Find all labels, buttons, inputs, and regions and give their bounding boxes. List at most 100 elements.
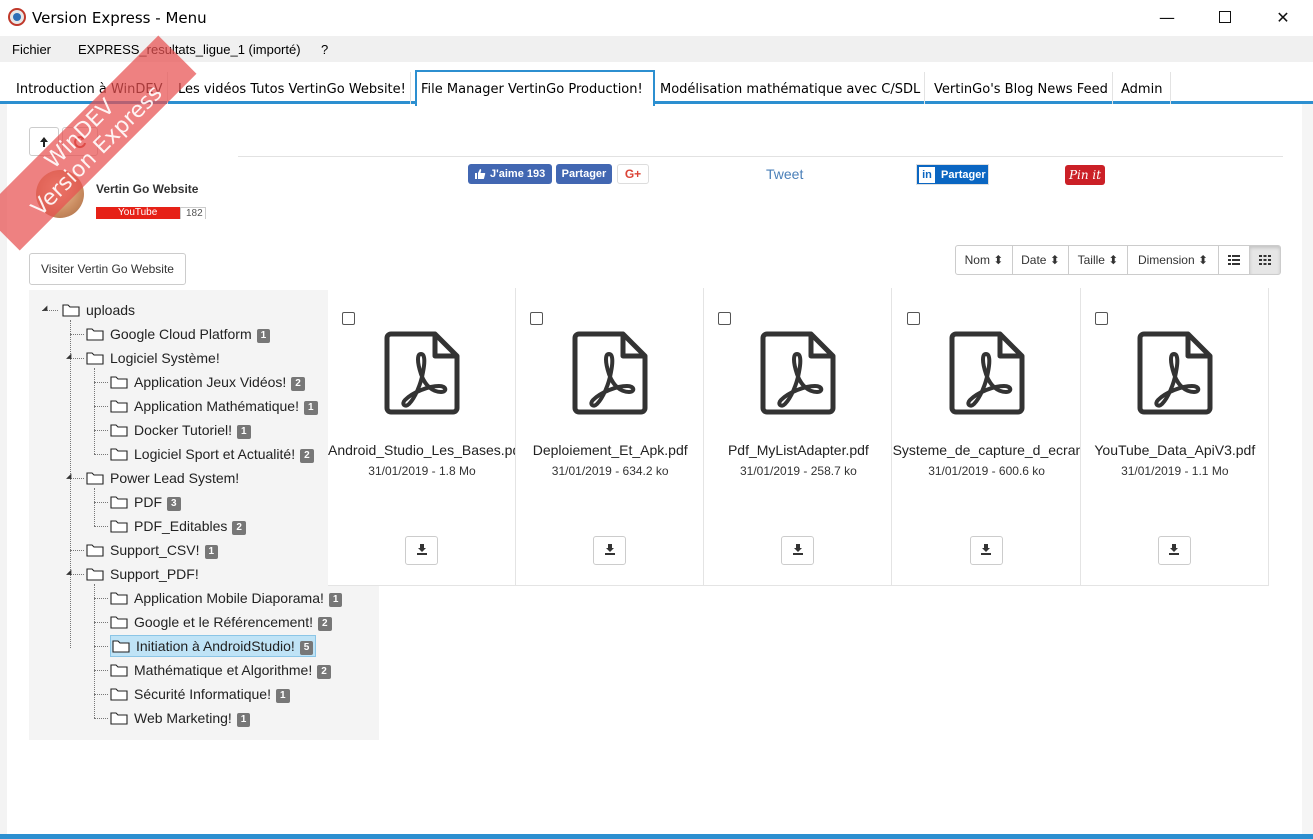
pdf-file-icon[interactable] [1136,330,1214,416]
tree-node[interactable]: Logiciel Sport et Actualité! 2 [110,443,314,465]
folder-icon [112,639,130,653]
tree-node[interactable]: Application Mathématique! 1 [110,395,318,417]
grid-view-button[interactable] [1249,245,1281,275]
tree-expander-icon[interactable]: ◢ [66,472,71,480]
facebook-like-button[interactable]: J'aime 193 [468,164,552,184]
download-button[interactable] [781,536,815,565]
tab-admin[interactable]: Admin [1117,72,1171,104]
tree-node[interactable]: Application Jeux Vidéos! 2 [110,371,305,393]
parent-folder-button[interactable] [29,127,59,156]
tree-node[interactable]: PDF_Editables 2 [110,515,246,537]
file-card[interactable]: Pdf_MyListAdapter.pdf 31/01/2019 - 258.7 … [704,288,893,586]
pdf-file-icon[interactable] [383,330,461,416]
menu-fichier[interactable]: Fichier [12,42,51,57]
linkedin-share-button[interactable]: in Partager [916,164,989,185]
file-select-checkbox[interactable] [530,312,544,325]
tab-file-manager[interactable]: File Manager VertinGo Production! [415,70,655,106]
close-button[interactable]: ✕ [1254,0,1312,34]
tree-connector [94,584,95,718]
file-count-badge: 2 [300,449,314,463]
file-count-badge: 1 [328,593,343,607]
tree-node[interactable]: PDF 3 [110,491,181,513]
tree-node[interactable]: Support_PDF! [86,563,204,585]
tree-node[interactable]: Google Cloud Platform 1 [86,323,271,345]
pdf-file-icon[interactable] [571,330,649,416]
linkedin-icon: in [919,166,935,183]
minimize-button[interactable]: — [1138,0,1196,34]
tab-introduction-windev[interactable]: Introduction à WinDEV [12,72,168,104]
download-button[interactable] [1157,536,1191,565]
tree-node-label: PDF [134,494,162,510]
google-plus-button[interactable]: G+ [617,164,649,184]
tree-connector [94,526,108,527]
folder-icon [86,567,104,581]
folder-icon [110,591,128,605]
file-name[interactable]: Android_Studio_Les_Bases.pdf [328,442,515,458]
folder-icon [110,615,128,629]
tree-connector [94,454,108,455]
tab-videos-tutos[interactable]: Les vidéos Tutos VertinGo Website! [174,72,411,104]
pinterest-pin-button[interactable]: Pin it [1065,165,1105,185]
file-count-badge: 1 [236,713,251,727]
file-select-checkbox[interactable] [342,312,355,325]
visit-website-button[interactable]: Visiter Vertin Go Website [29,253,186,285]
folder-tree: ◢ uploads Google Cloud Platform 1 ◢ Logiciel … [29,290,379,740]
tree-node[interactable]: Initiation à AndroidStudio! 5 [110,635,317,657]
tree-node[interactable]: Power Lead System! [86,467,244,489]
tree-node[interactable]: Support_CSV! 1 [86,539,219,561]
list-view-button[interactable] [1218,245,1250,275]
tree-expander-icon[interactable]: ◢ [66,352,71,360]
sort-by-dimension-button[interactable]: Dimension ⬍ [1127,245,1219,275]
download-button[interactable] [969,536,1003,565]
file-card[interactable]: Android_Studio_Les_Bases.pdf 31/01/2019 -… [328,288,516,586]
pdf-file-icon[interactable] [948,330,1026,416]
download-button[interactable] [593,536,627,565]
file-name[interactable]: Deploiement_Et_Apk.pdf [516,442,703,458]
vertical-scrollbar[interactable] [1302,104,1313,839]
file-select-checkbox[interactable] [1094,312,1108,325]
facebook-like-label: J'aime 193 [490,168,546,180]
file-card[interactable]: YouTube_Data_ApiV3.pdf 31/01/2019 - 1.1 M… [1081,288,1269,586]
menu-express-resultats[interactable]: EXPRESS_resultats_ligue_1 (importé) [78,42,301,57]
tree-expander-icon[interactable]: ◢ [42,304,47,312]
tree-node[interactable]: Docker Tutoriel! 1 [110,419,251,441]
tree-expander-icon[interactable]: ◢ [66,568,71,576]
pdf-file-icon[interactable] [759,330,837,416]
sort-by-size-button[interactable]: Taille ⬍ [1068,245,1128,275]
menu-help[interactable]: ? [321,42,328,57]
tree-node[interactable]: Sécurité Informatique! 1 [110,683,290,705]
file-select-checkbox[interactable] [718,312,732,325]
file-select-checkbox[interactable] [906,312,920,325]
tab-blog-news-feed[interactable]: VertinGo's Blog News Feed [930,72,1113,104]
sort-by-name-button[interactable]: Nom ⬍ [955,245,1013,275]
file-card[interactable]: Systeme_de_capture_d_ecran.pdf 31/01/2019… [893,288,1081,586]
tree-node-label: Google Cloud Platform [110,326,252,342]
tree-node[interactable]: Logiciel Système! [86,347,225,369]
tree-node[interactable]: Application Mobile Diaporama! 1 [110,587,343,609]
sort-by-date-button[interactable]: Date ⬍ [1012,245,1069,275]
tree-node-label: Docker Tutoriel! [134,422,233,438]
channel-avatar[interactable] [36,170,84,218]
tree-node[interactable]: Google et le Référencement! 2 [110,611,332,633]
tab-modelisation[interactable]: Modélisation mathématique avec C/SDL [656,72,926,104]
file-count-badge: 1 [237,425,251,439]
refresh-button[interactable] [62,127,98,156]
channel-name[interactable]: Vertin Go Website [96,182,198,196]
file-count-badge: 2 [291,377,305,391]
file-name[interactable]: Systeme_de_capture_d_ecran.pdf [893,442,1080,458]
facebook-share-button[interactable]: Partager [556,164,612,184]
folder-icon [110,663,128,677]
file-name[interactable]: YouTube_Data_ApiV3.pdf [1081,442,1268,458]
tree-root-uploads[interactable]: uploads [62,299,140,321]
file-meta: 31/01/2019 - 1.8 Mo [368,464,476,478]
tree-connector [94,368,95,454]
file-name[interactable]: Pdf_MyListAdapter.pdf [704,442,891,458]
tree-node[interactable]: Web Marketing! 1 [110,707,251,729]
maximize-button[interactable] [1196,0,1254,34]
tree-node[interactable]: Mathématique et Algorithme! 2 [110,659,331,681]
youtube-subscribe-button[interactable]: YouTube [96,207,180,219]
tweet-link[interactable]: Tweet [766,166,803,182]
file-card[interactable]: Deploiement_Et_Apk.pdf 31/01/2019 - 634.2… [516,288,705,586]
download-icon [980,543,992,558]
download-button[interactable] [405,536,438,565]
